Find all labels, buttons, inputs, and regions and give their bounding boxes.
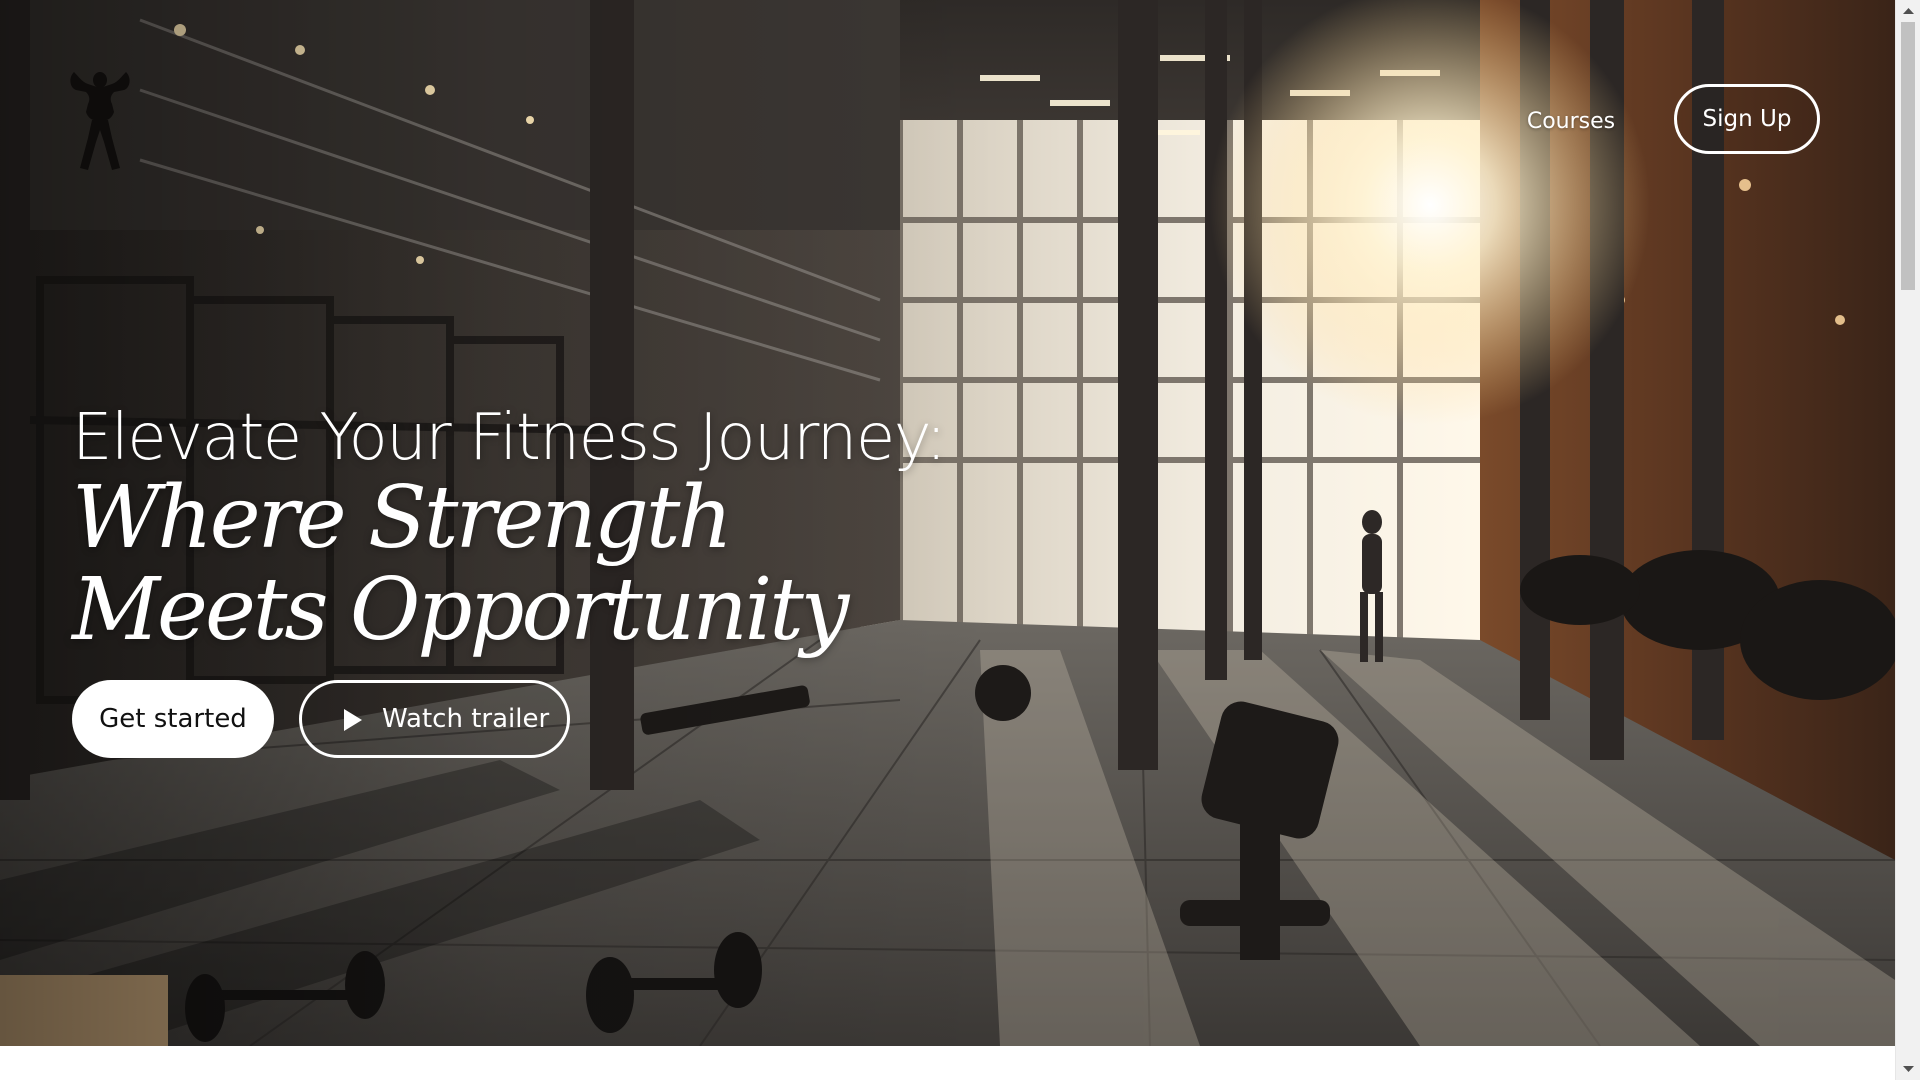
hero-section: Courses Sign Up Elevate Your Fitness Jou… [0, 0, 1895, 1046]
play-icon [344, 709, 362, 731]
sign-up-button[interactable]: Sign Up [1674, 84, 1820, 154]
get-started-button[interactable]: Get started [72, 680, 274, 758]
scrollbar-thumb[interactable] [1901, 22, 1915, 290]
scroll-down-arrow-icon[interactable] [1896, 1058, 1920, 1080]
watch-trailer-button[interactable]: Watch trailer [299, 680, 570, 758]
scroll-up-arrow-icon[interactable] [1896, 0, 1920, 22]
page-scrollbar[interactable] [1895, 0, 1920, 1080]
bodybuilder-logo-icon[interactable] [66, 66, 134, 172]
headline-line-2: Where Strength Meets Opportunity [72, 468, 849, 660]
page: Courses Sign Up Elevate Your Fitness Jou… [0, 0, 1895, 1080]
watch-trailer-label: Watch trailer [382, 704, 550, 734]
next-section [0, 1046, 1895, 1080]
headline-line-1: Elevate Your Fitness Journey: [72, 401, 947, 475]
hero-headline: Elevate Your Fitness Journey: Where Stre… [72, 398, 972, 656]
nav-link-courses[interactable]: Courses [1510, 104, 1632, 140]
